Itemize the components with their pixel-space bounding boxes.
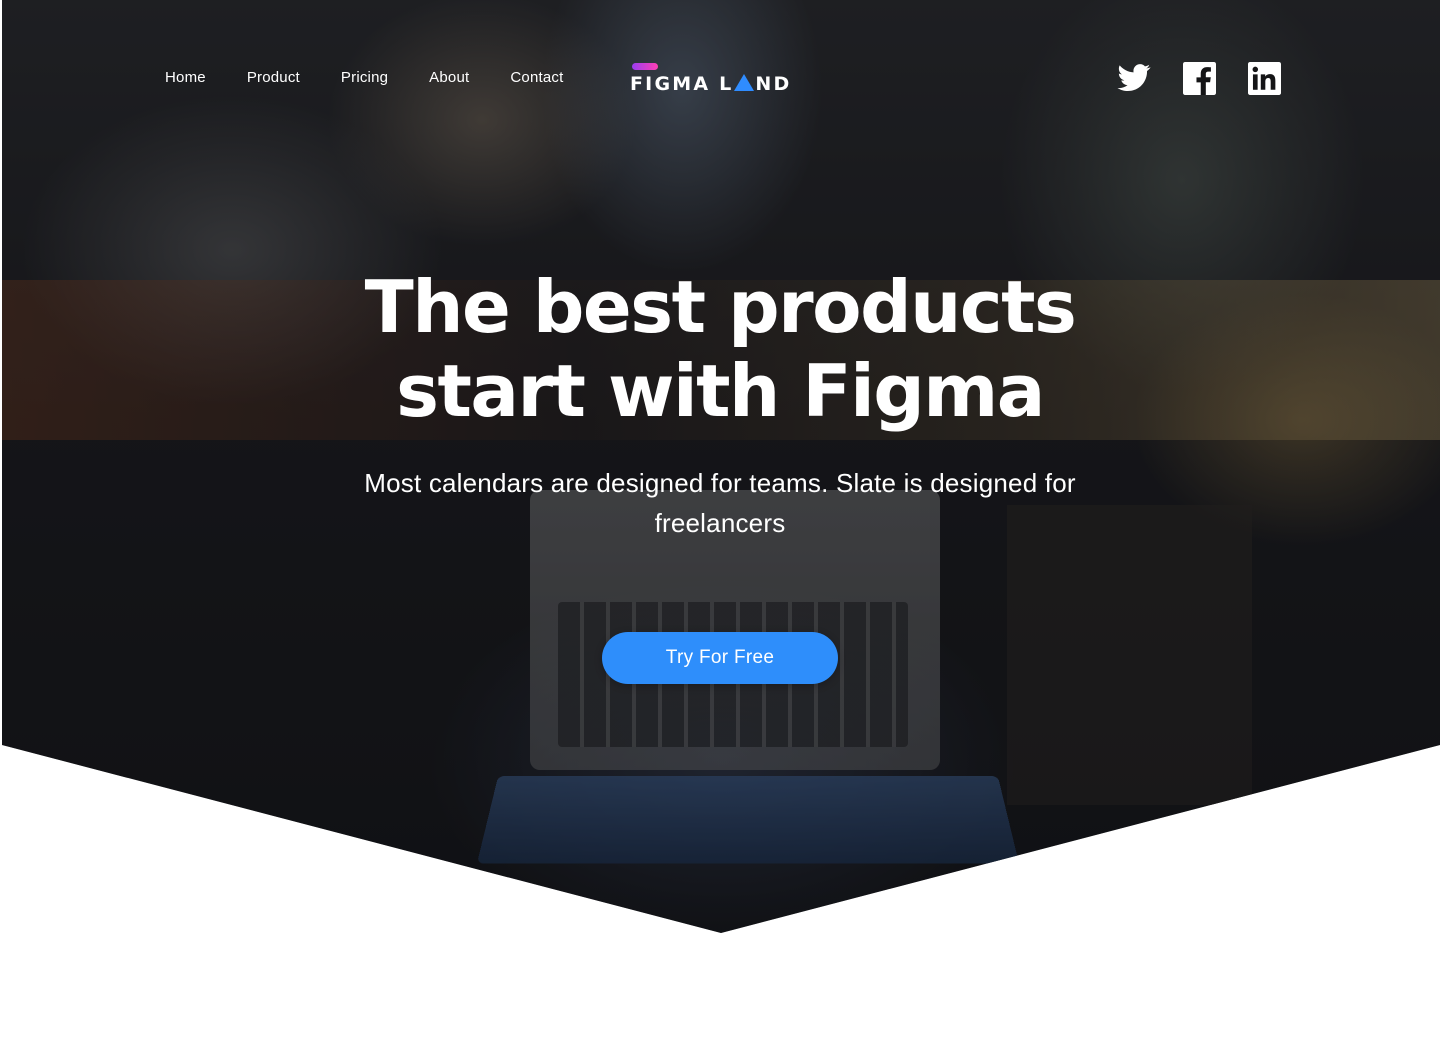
linkedin-link[interactable] xyxy=(1247,61,1281,95)
nav-contact[interactable]: Contact xyxy=(510,69,563,87)
try-for-free-button[interactable]: Try For Free xyxy=(602,632,838,684)
hero-headline: The best products start with Figma xyxy=(220,265,1220,433)
hero-headline-line2: start with Figma xyxy=(396,349,1045,433)
logo-text-part1: FIGMA L xyxy=(630,73,734,95)
hero-subline: Most calendars are designed for teams. S… xyxy=(364,468,1076,538)
social-links xyxy=(1117,61,1281,95)
twitter-icon xyxy=(1117,64,1151,92)
logo-accent-bar xyxy=(632,63,658,70)
nav-about[interactable]: About xyxy=(429,69,469,87)
main-nav: Home Product Pricing About Contact xyxy=(165,69,604,87)
nav-pricing[interactable]: Pricing xyxy=(341,69,388,87)
nav-product[interactable]: Product xyxy=(247,69,300,87)
facebook-link[interactable] xyxy=(1182,61,1216,95)
facebook-icon xyxy=(1182,61,1216,95)
logo-text: FIGMA L ND xyxy=(630,73,791,95)
hero-headline-line1: The best products xyxy=(364,265,1077,349)
logo-triangle-icon xyxy=(734,74,755,91)
twitter-link[interactable] xyxy=(1117,61,1151,95)
linkedin-icon xyxy=(1247,61,1281,95)
logo-text-part2: ND xyxy=(755,73,792,95)
logo[interactable]: FIGMA L ND xyxy=(630,63,802,97)
landing-page: Home Product Pricing About Contact FIGMA… xyxy=(0,0,1441,1042)
nav-home[interactable]: Home xyxy=(165,69,206,87)
